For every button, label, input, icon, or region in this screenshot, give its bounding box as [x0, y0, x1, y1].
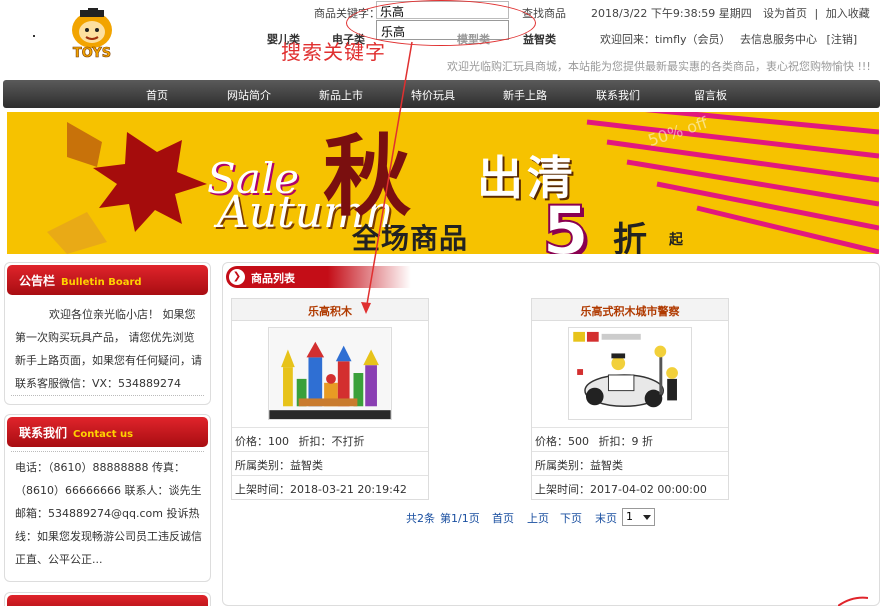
product-price: 价格：500 — [535, 435, 589, 448]
main-nav: 首页 网站简介 新品上市 特价玩具 新手上路 联系我们 留言板 — [3, 80, 880, 108]
page-select[interactable]: 1 — [622, 508, 655, 526]
bulletin-title: 公告栏 — [19, 274, 56, 288]
bulletin-panel: 公告栏 Bulletin Board 欢迎各位亲光临小店！ 如果您第一次购买玩具产… — [4, 262, 211, 405]
product-category: 所属类别：益智类 — [532, 451, 728, 475]
product-price-row: 价格：500 折扣：9 折 — [532, 427, 728, 451]
bulletin-header: 公告栏 Bulletin Board — [7, 265, 208, 295]
product-price-row: 价格：100 折扣：不打折 — [232, 427, 428, 451]
add-favorite-link[interactable]: 加入收藏 — [826, 7, 870, 20]
pager-first[interactable]: 首页 — [492, 510, 514, 526]
third-panel-header — [7, 595, 208, 606]
nav-home[interactable]: 首页 — [146, 87, 168, 103]
product-listed-time: 上架时间：2017-04-02 00:00:00 — [532, 475, 728, 499]
contact-text: 电话：（8610）88888888 传真：（8610）66666666 联系人：… — [15, 461, 202, 566]
banner-all-goods-text: 全场商品 — [352, 222, 469, 254]
bulletin-text: 欢迎各位亲光临小店！ 如果您第一次购买玩具产品， 请您优先浏览新手上路页面，如果… — [15, 308, 202, 390]
corner-decoration — [838, 596, 868, 606]
site-logo[interactable]: TOYS — [52, 8, 132, 60]
contact-panel: 联系我们 Contact us 电话：（8610）88888888 传真：（861… — [4, 414, 211, 582]
banner-discount-char: 折 — [613, 220, 647, 254]
third-panel — [4, 592, 211, 606]
datetime-display: 2018/3/22 下午9:38:59 星期四 — [591, 7, 752, 20]
tab-arrow-icon: ❯ — [229, 269, 245, 285]
pager-next[interactable]: 下页 — [560, 510, 582, 526]
banner-autumn-char: 秋 — [323, 124, 412, 228]
bulletin-divider — [11, 395, 204, 396]
top-divider: | — [814, 7, 819, 20]
product-discount: 折扣：9 折 — [598, 435, 654, 448]
product-list-tab: ❯ 商品列表 — [226, 266, 411, 288]
promo-banner[interactable]: Sale Autumn 秋 出清 全场商品 5 折 起 50% off — [7, 112, 879, 254]
nav-about[interactable]: 网站简介 — [227, 87, 271, 103]
banner-five-digit: 5 — [541, 191, 590, 254]
bulletin-title-en: Bulletin Board — [61, 277, 142, 288]
nav-guestbook[interactable]: 留言板 — [694, 87, 727, 103]
contact-title-en: Contact us — [73, 429, 134, 440]
product-card[interactable]: 乐高式积木城市警察 价格：500 折扣：9 折 所属类别：益智类 上架时间：20… — [531, 298, 729, 500]
product-name[interactable]: 乐高式积木城市警察 — [532, 299, 728, 321]
set-home-link[interactable]: 设为首页 — [763, 7, 807, 20]
welcome-bar: 欢迎回来：timfly（会员） 去信息服务中心 [注销] — [600, 31, 857, 47]
nav-contact[interactable]: 联系我们 — [596, 87, 640, 103]
product-category: 所属类别：益智类 — [232, 451, 428, 475]
product-discount: 折扣：不打折 — [298, 435, 365, 448]
pager-total: 共2条 — [406, 512, 435, 525]
product-name[interactable]: 乐高积木 — [232, 299, 428, 321]
chevron-down-icon — [643, 515, 651, 520]
marquee-text: 欢迎光临购汇玩具商城，本站能为您提供最新最实惠的各类商品，衷心祝您购物愉快 !!… — [447, 60, 871, 73]
welcome-text: 欢迎回来：timfly（会员） — [600, 33, 731, 46]
logout-link[interactable]: [注销] — [827, 33, 858, 46]
contact-title: 联系我们 — [19, 426, 68, 440]
service-center-link[interactable]: 去信息服务中心 — [740, 33, 817, 46]
nav-specials[interactable]: 特价玩具 — [411, 87, 455, 103]
category-puzzle[interactable]: 益智类 — [523, 31, 556, 47]
nav-new-arrivals[interactable]: 新品上市 — [319, 87, 363, 103]
pager-prev[interactable]: 上页 — [527, 510, 549, 526]
svg-text:TOYS: TOYS — [73, 46, 111, 60]
pager-page-of: 第1/1页 — [440, 512, 480, 525]
annotation-label: 搜索关键字 — [281, 40, 386, 64]
product-listed-time: 上架时间：2018-03-21 20:19:42 — [232, 475, 428, 499]
pager-last[interactable]: 末页 — [595, 510, 617, 526]
product-card[interactable]: 乐高积木 价格：100 折扣：不打折 所属类别：益智类 上架时间：2018-03… — [231, 298, 429, 500]
product-image[interactable] — [268, 327, 392, 420]
page-select-value: 1 — [626, 510, 633, 523]
contact-header: 联系我们 Contact us — [7, 417, 208, 447]
nav-beginners[interactable]: 新手上路 — [503, 87, 547, 103]
product-price: 价格：100 — [235, 435, 289, 448]
banner-from-char: 起 — [669, 232, 683, 248]
logo-dot — [33, 35, 35, 37]
product-image[interactable] — [568, 327, 692, 420]
product-list-title: 商品列表 — [251, 272, 295, 285]
top-links: 设为首页 | 加入收藏 — [763, 5, 870, 21]
